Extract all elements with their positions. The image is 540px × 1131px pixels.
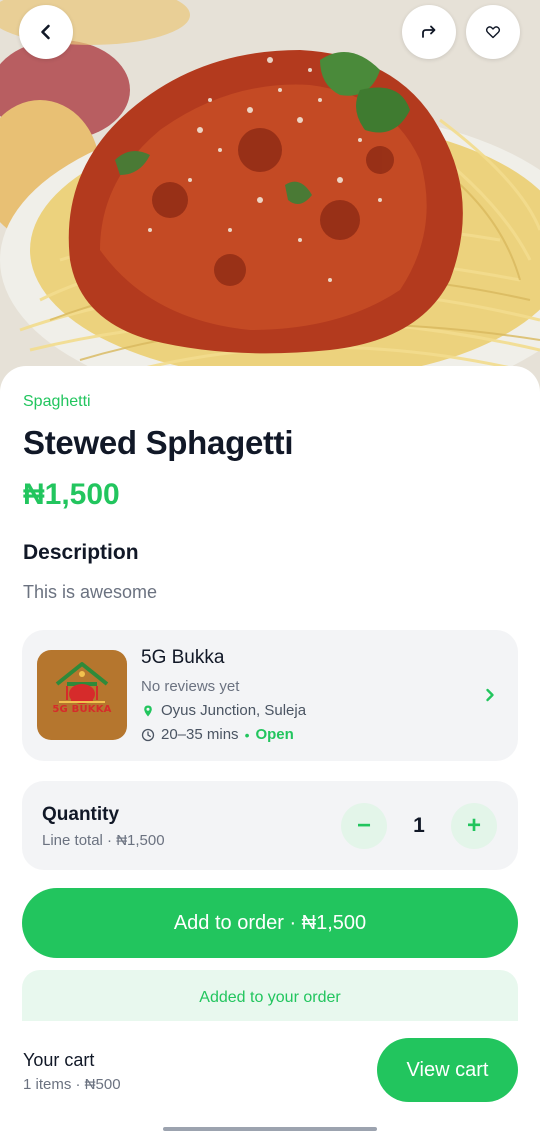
- clock-icon: [141, 728, 155, 742]
- map-pin-icon: [141, 704, 155, 718]
- line-total: Line total · ₦1,500: [42, 832, 165, 849]
- product-title: Stewed Sphagetti: [23, 424, 294, 461]
- cart-title: Your cart: [23, 1050, 95, 1070]
- product-category: Spaghetti: [23, 393, 91, 410]
- added-to-order-message: Added to your order: [22, 970, 518, 1026]
- cart-summary: 1 items · ₦500: [23, 1076, 121, 1093]
- heart-outline-icon: [485, 26, 501, 39]
- chevron-right-icon: [484, 686, 496, 709]
- vendor-logo-text: 5G BUKKA: [52, 704, 112, 715]
- chevron-left-icon: [41, 24, 50, 40]
- vendor-name: 5G Bukka: [141, 647, 225, 668]
- home-indicator[interactable]: [163, 1127, 377, 1131]
- back-button[interactable]: [19, 5, 73, 59]
- quantity-value: 1: [413, 814, 425, 837]
- increase-quantity-button[interactable]: +: [451, 803, 497, 849]
- vendor-time-text: 20–35 mins: [161, 726, 239, 743]
- vendor-logo: 5G BUKKA: [37, 650, 127, 740]
- add-to-order-button[interactable]: Add to order · ₦1,500: [22, 888, 518, 958]
- share-button[interactable]: [402, 5, 456, 59]
- description-text: This is awesome: [23, 582, 158, 602]
- product-image: [0, 0, 540, 400]
- vendor-card[interactable]: 5G BUKKA 5G Bukka No reviews yet Oyus Ju…: [22, 630, 518, 761]
- view-cart-button[interactable]: View cart: [377, 1038, 518, 1102]
- vendor-location: Oyus Junction, Suleja: [141, 702, 306, 719]
- share-arrow-icon: [422, 25, 436, 38]
- quantity-card: Quantity Line total · ₦1,500 − 1 +: [22, 781, 518, 870]
- quantity-label: Quantity: [42, 804, 120, 825]
- vendor-location-text: Oyus Junction, Suleja: [161, 702, 307, 719]
- product-price: ₦1,500: [23, 478, 120, 511]
- vendor-reviews: No reviews yet: [141, 678, 240, 695]
- favorite-button[interactable]: [466, 5, 520, 59]
- decrease-quantity-button[interactable]: −: [341, 803, 387, 849]
- vendor-delivery-time: 20–35 mins • Open: [141, 726, 294, 743]
- description-heading: Description: [23, 541, 139, 564]
- vendor-status: Open: [255, 726, 294, 743]
- separator-dot: •: [244, 726, 250, 743]
- cart-bar: Your cart 1 items · ₦500 View cart: [0, 1021, 540, 1131]
